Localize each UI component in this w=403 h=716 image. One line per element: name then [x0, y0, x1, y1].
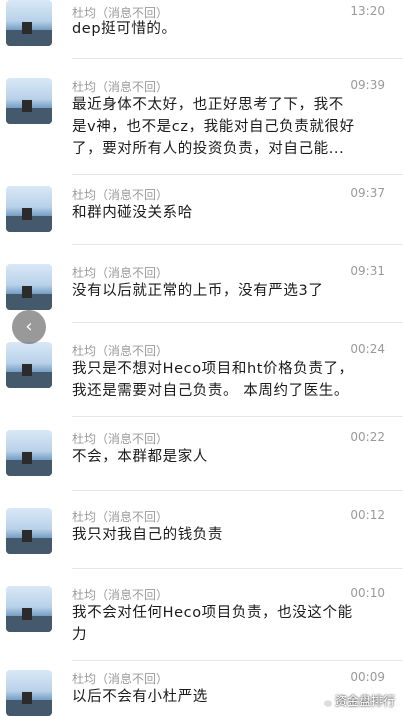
divider	[72, 490, 403, 491]
watermark-text: 资金盘排行	[334, 694, 395, 708]
message-text: 最近身体不太好，也正好思考了下，我不 是v神，也不是cz，我能对自己负责就很好 …	[72, 94, 372, 160]
message-text: 我只是不想对Heco项目和ht价格负责了， 我还是需要对自己负责。 本周约了医生…	[72, 358, 372, 402]
divider	[72, 58, 403, 59]
message-time: 00:09	[350, 670, 385, 684]
wechat-icon	[317, 696, 332, 707]
avatar[interactable]	[6, 186, 52, 232]
message-line: 没有以后就正常的上币，没有严选3了	[72, 283, 324, 299]
avatar[interactable]	[6, 78, 52, 124]
message-time: 13:20	[350, 4, 385, 18]
message-line: 和群内碰没关系哈	[72, 205, 193, 221]
back-button[interactable]: ‹	[12, 310, 46, 344]
divider	[72, 244, 403, 245]
avatar[interactable]	[6, 0, 52, 46]
sender-name: 杜均（消息不回）	[72, 80, 169, 94]
message-time: 09:37	[350, 186, 385, 200]
sender-name: 杜均（消息不回）	[72, 672, 169, 686]
message-time: 00:22	[350, 430, 385, 444]
sender-name: 杜均（消息不回）	[72, 266, 169, 280]
message-time: 09:39	[350, 78, 385, 92]
message-line: 了，要对所有人的投资负责，对自己能...	[72, 141, 345, 157]
message-line: 我只是不想对Heco项目和ht价格负责了，	[72, 361, 354, 377]
chevron-left-icon: ‹	[25, 316, 33, 337]
message-line: 力	[72, 627, 88, 643]
sender-name: 杜均（消息不回）	[72, 188, 169, 202]
sender-name: 杜均（消息不回）	[72, 344, 169, 358]
divider	[72, 568, 403, 569]
message-time: 00:10	[350, 586, 385, 600]
message-text: 和群内碰没关系哈	[72, 202, 372, 224]
watermark: 资金盘排行	[317, 692, 395, 709]
message-text: 不会，本群都是家人	[72, 446, 372, 468]
sender-name: 杜均（消息不回）	[72, 588, 169, 602]
avatar[interactable]	[6, 670, 52, 716]
divider	[72, 174, 403, 175]
message-line: 最近身体不太好，也正好思考了下，我不	[72, 97, 344, 113]
avatar[interactable]	[6, 508, 52, 554]
message-text: 我只对我自己的钱负责	[72, 524, 372, 546]
message-line: 我不会对任何Heco项目负责，也没这个能	[72, 605, 353, 621]
message-time: 00:12	[350, 508, 385, 522]
divider	[72, 322, 403, 323]
message-line: 我只对我自己的钱负责	[72, 527, 223, 543]
avatar[interactable]	[6, 430, 52, 476]
message-line: 是v神，也不是cz，我能对自己负责就很好	[72, 119, 355, 135]
message-line: 我还是需要对自己负责。 本周约了医生。	[72, 383, 350, 399]
message-time: 09:31	[350, 264, 385, 278]
avatar[interactable]	[6, 264, 52, 310]
divider	[72, 416, 403, 417]
message-text: dep挺可惜的。	[72, 18, 372, 40]
message-text: 我不会对任何Heco项目负责，也没这个能 力	[72, 602, 372, 646]
avatar[interactable]	[6, 342, 52, 388]
avatar[interactable]	[6, 586, 52, 632]
message-text: 没有以后就正常的上币，没有严选3了	[72, 280, 372, 302]
message-time: 00:24	[350, 342, 385, 356]
divider	[72, 660, 403, 661]
message-line: dep挺可惜的。	[72, 21, 177, 37]
sender-name: 杜均（消息不回）	[72, 510, 169, 524]
sender-name: 杜均（消息不回）	[72, 432, 169, 446]
message-line: 不会，本群都是家人	[72, 449, 208, 465]
